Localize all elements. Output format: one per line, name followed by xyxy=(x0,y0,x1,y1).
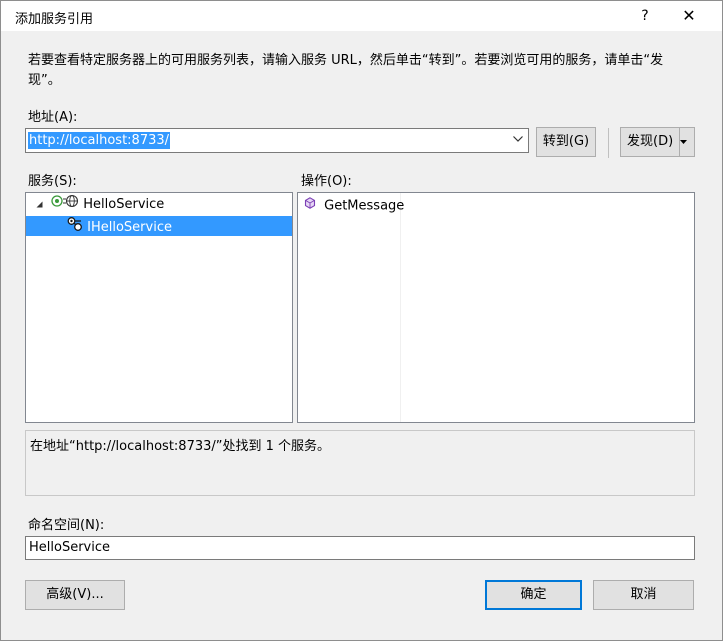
title-bar: 添加服务引用 ? ✕ xyxy=(1,1,722,31)
tree-item-label: HelloService xyxy=(83,197,165,212)
contract-icon xyxy=(67,216,83,239)
services-label: 服务(S): xyxy=(28,174,77,189)
namespace-label: 命名空间(N): xyxy=(28,518,105,533)
discover-split-button[interactable]: 发现(D) xyxy=(620,127,695,157)
advanced-button[interactable]: 高级(V)... xyxy=(25,580,125,610)
window-title: 添加服务引用 xyxy=(15,12,94,27)
advanced-button-label: 高级(V)... xyxy=(46,587,104,602)
tree-item-label: IHelloService xyxy=(87,220,172,235)
chevron-down-icon[interactable] xyxy=(512,133,524,147)
status-panel: 在地址“http://localhost:8733/”处找到 1 个服务。 xyxy=(25,430,695,496)
operation-item-getmessage[interactable]: GetMessage xyxy=(298,196,404,216)
close-button[interactable]: ✕ xyxy=(677,5,701,27)
tree-item-helloservice[interactable]: HelloService xyxy=(26,194,292,214)
service-icon xyxy=(51,194,79,215)
discover-button-label: 发现(D) xyxy=(627,134,674,149)
help-button[interactable]: ? xyxy=(633,5,657,27)
go-button-label: 转到(G) xyxy=(542,134,590,149)
operation-label: GetMessage xyxy=(324,198,405,214)
ok-button[interactable]: 确定 xyxy=(485,580,582,610)
operations-list[interactable]: GetMessage xyxy=(297,192,695,423)
column-divider xyxy=(400,193,401,422)
operations-label: 操作(O): xyxy=(301,174,352,189)
add-service-reference-dialog: 添加服务引用 ? ✕ 若要查看特定服务器上的可用服务列表，请输入服务 URL，然… xyxy=(0,0,723,641)
operation-icon xyxy=(304,196,316,216)
address-value: http://localhost:8733/ xyxy=(28,132,171,149)
discover-dropdown-arrow-icon[interactable] xyxy=(679,128,694,156)
tree-item-ihelloservice[interactable]: IHelloService xyxy=(26,216,292,236)
cancel-button[interactable]: 取消 xyxy=(593,580,694,610)
namespace-input[interactable]: HelloService xyxy=(25,536,695,560)
expanded-triangle-icon[interactable] xyxy=(36,195,43,215)
cancel-button-label: 取消 xyxy=(630,587,657,602)
toolbar-separator xyxy=(608,128,609,158)
status-text: 在地址“http://localhost:8733/”处找到 1 个服务。 xyxy=(30,439,331,454)
services-tree[interactable]: HelloService IHelloService xyxy=(25,192,293,423)
namespace-value: HelloService xyxy=(29,540,110,555)
instructions-text: 若要查看特定服务器上的可用服务列表，请输入服务 URL，然后单击“转到”。若要浏… xyxy=(28,53,664,88)
ok-button-label: 确定 xyxy=(520,587,547,602)
address-label: 地址(A): xyxy=(28,110,78,125)
go-button[interactable]: 转到(G) xyxy=(536,127,596,157)
address-combobox[interactable]: http://localhost:8733/ xyxy=(25,128,529,153)
